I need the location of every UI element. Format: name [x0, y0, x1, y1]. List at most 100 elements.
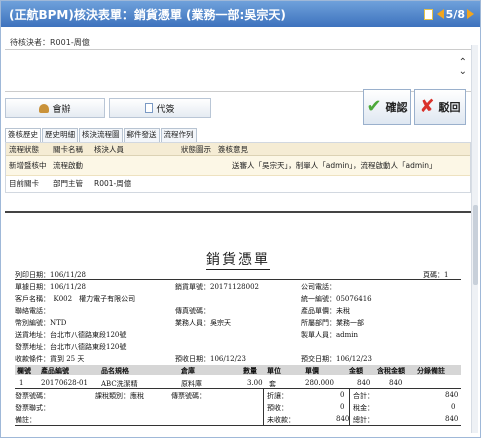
document-icon — [145, 103, 154, 113]
row-node: 流程啟動 — [53, 161, 83, 170]
totals-divider — [263, 389, 264, 425]
cross-icon: ✘ — [419, 96, 435, 117]
total-value: 840 — [445, 415, 459, 423]
scrollbar-thumb[interactable] — [473, 205, 478, 285]
grid-cell-product-no: 20170628-01 — [41, 379, 88, 387]
grid-cell-line: 1 — [19, 379, 24, 387]
tab-bar: 簽核歷史 歷史明細 核決流程圖 郵件發送 流程作列 — [5, 128, 197, 142]
grid-col-warehouse: 倉庫 — [181, 366, 195, 375]
history-header-row: 流程狀態 關卡名稱 核決人員 狀態圖示 簽核意見 — [6, 143, 470, 156]
unpaid-value: 840 — [336, 415, 350, 423]
subtotal-label: 合計： — [353, 392, 374, 400]
document-icon[interactable] — [423, 8, 433, 20]
col-status-icon: 狀態圖示 — [181, 145, 211, 154]
grid-col-remark: 分錄備註 — [417, 366, 445, 375]
grid-cell-amount: 840 — [357, 379, 371, 387]
department: 所屬部門：業務一部 — [301, 319, 364, 327]
history-row: 目前關卡 部門主管 R001-周億 — [6, 176, 470, 192]
tax-label: 稅金： — [353, 404, 374, 412]
row-status: 新增暨核中 — [9, 161, 47, 170]
tab-approval-history[interactable]: 簽核歷史 — [5, 128, 41, 142]
approval-window: (正航BPM)核決表單：銷貨憑單 (業務一部:吳宗天) 5/8 待核決者：R00… — [0, 0, 481, 438]
window-title: (正航BPM)核決表單：銷貨憑單 (業務一部:吳宗天) — [9, 8, 286, 22]
subtotal-value: 840 — [445, 391, 459, 399]
next-arrow-icon[interactable] — [467, 9, 474, 19]
tax-value: 0 — [451, 403, 456, 411]
grid-col-tax-amount: 含稅金額 — [377, 366, 405, 375]
price-mode: 產品單價：未稅 — [301, 307, 350, 315]
title-bar: (正航BPM)核決表單：銷貨憑單 (業務一部:吳宗天) 5/8 — [1, 1, 480, 27]
grid-col-line: 欄號 — [17, 366, 31, 375]
grid-col-qty: 數量 — [243, 366, 257, 375]
creator: 製單人員：admin — [301, 331, 359, 339]
col-node: 關卡名稱 — [53, 145, 83, 154]
prepaid-value: 0 — [340, 403, 345, 411]
prepaid-label: 預收： — [267, 404, 288, 412]
confirm-label: 確認 — [385, 101, 408, 114]
contact-phone: 聯絡電話： — [15, 307, 50, 315]
discount-label: 折讓： — [267, 392, 288, 400]
tab-history-detail[interactable]: 歷史明細 — [42, 128, 78, 142]
reject-label: 駁回 — [438, 101, 461, 114]
sales-number: 銷貨單號：20171128002 — [175, 283, 259, 291]
tax-id: 統一編號：05076416 — [301, 295, 372, 303]
confirm-button[interactable]: ✔ 確認 — [363, 89, 411, 125]
total-label: 總計： — [353, 416, 374, 424]
pending-approver: 待核決者：R001-周億 — [10, 38, 90, 47]
currency: 幣別編號：NTD — [15, 319, 67, 327]
divider — [15, 388, 461, 389]
col-person: 核決人員 — [94, 145, 124, 154]
row-person: R001-周億 — [94, 179, 132, 188]
grid-cell-price: 280.000 — [305, 379, 334, 387]
remark: 備註： — [15, 416, 36, 424]
grid-col-product-no: 產品編號 — [41, 366, 69, 375]
delegate-sign-button[interactable]: 代簽 — [109, 98, 211, 118]
history-table: 流程狀態 關卡名稱 核決人員 狀態圖示 簽核意見 新增暨核中 流程啟動 送審人「… — [5, 142, 471, 193]
countersign-label: 會辦 — [52, 104, 71, 115]
voucher-number: 傳票號碼： — [171, 392, 206, 400]
divider — [15, 279, 461, 280]
tax-category: 課稅類別：應稅 — [95, 392, 144, 400]
row-opinion: 送審人「吳宗天」，制單人「admin」，流程啟動人「admin」 — [232, 161, 437, 170]
tab-flow-queue[interactable]: 流程作列 — [160, 128, 197, 142]
pager-label: 5/8 — [445, 7, 465, 21]
row-status: 目前關卡 — [9, 179, 39, 188]
discount-value: 0 — [340, 391, 345, 399]
reject-button[interactable]: ✘ 駁回 — [414, 89, 466, 125]
expected-ship-date: 預交日期：106/12/23 — [301, 355, 372, 363]
grid-col-amount: 金額 — [349, 366, 363, 375]
company-phone: 公司電話： — [301, 283, 336, 291]
pager: 5/8 — [423, 7, 474, 21]
grid-col-unit: 單位 — [267, 366, 281, 375]
col-status: 流程狀態 — [9, 145, 39, 154]
grid-cell-qty: 3.00 — [247, 379, 263, 387]
history-row: 新增暨核中 流程啟動 送審人「吳宗天」，制單人「admin」，流程啟動人「adm… — [6, 156, 470, 176]
unpaid-label: 未收款： — [267, 416, 295, 424]
people-icon — [39, 103, 50, 113]
col-opinion: 簽核意見 — [218, 145, 248, 154]
ship-address: 送貨地址：台北市八德路東段120號 — [15, 331, 127, 339]
grid-col-price: 單價 — [305, 366, 319, 375]
fax-number: 傳真號碼： — [175, 307, 210, 315]
grid-cell-tax-amount: 840 — [389, 379, 403, 387]
invoice-type: 發票聯式： — [15, 404, 50, 412]
invoice-number: 發票號碼： — [15, 392, 50, 400]
comment-scroll-icon[interactable]: ⌃ ⌄ — [459, 58, 467, 77]
comment-input[interactable]: ⌃ ⌄ — [5, 49, 471, 92]
tab-mail-send[interactable]: 郵件發送 — [123, 128, 160, 142]
delegate-label: 代簽 — [156, 104, 175, 115]
vertical-scrollbar[interactable] — [471, 45, 478, 433]
countersign-button[interactable]: 會辦 — [5, 98, 105, 118]
doc-date: 單據日期：106/11/28 — [15, 283, 86, 291]
customer-name: 客戶名稱： K002 權力電子有限公司 — [15, 295, 136, 303]
invoice-address: 發票地址：台北市八德路東段120號 — [15, 343, 127, 351]
expected-receipt-date: 預收日期：106/12/23 — [175, 355, 246, 363]
checkmark-icon: ✔ — [366, 96, 382, 117]
salesperson: 業務人員：吳宗天 — [175, 319, 231, 327]
prev-arrow-icon[interactable] — [436, 9, 444, 19]
divider — [15, 425, 461, 426]
row-node: 部門主管 — [53, 179, 83, 188]
tab-flow-chart[interactable]: 核決流程圖 — [79, 128, 123, 142]
form-title: 銷貨憑單 — [206, 252, 270, 270]
grid-col-product-name: 品名規格 — [101, 366, 129, 375]
